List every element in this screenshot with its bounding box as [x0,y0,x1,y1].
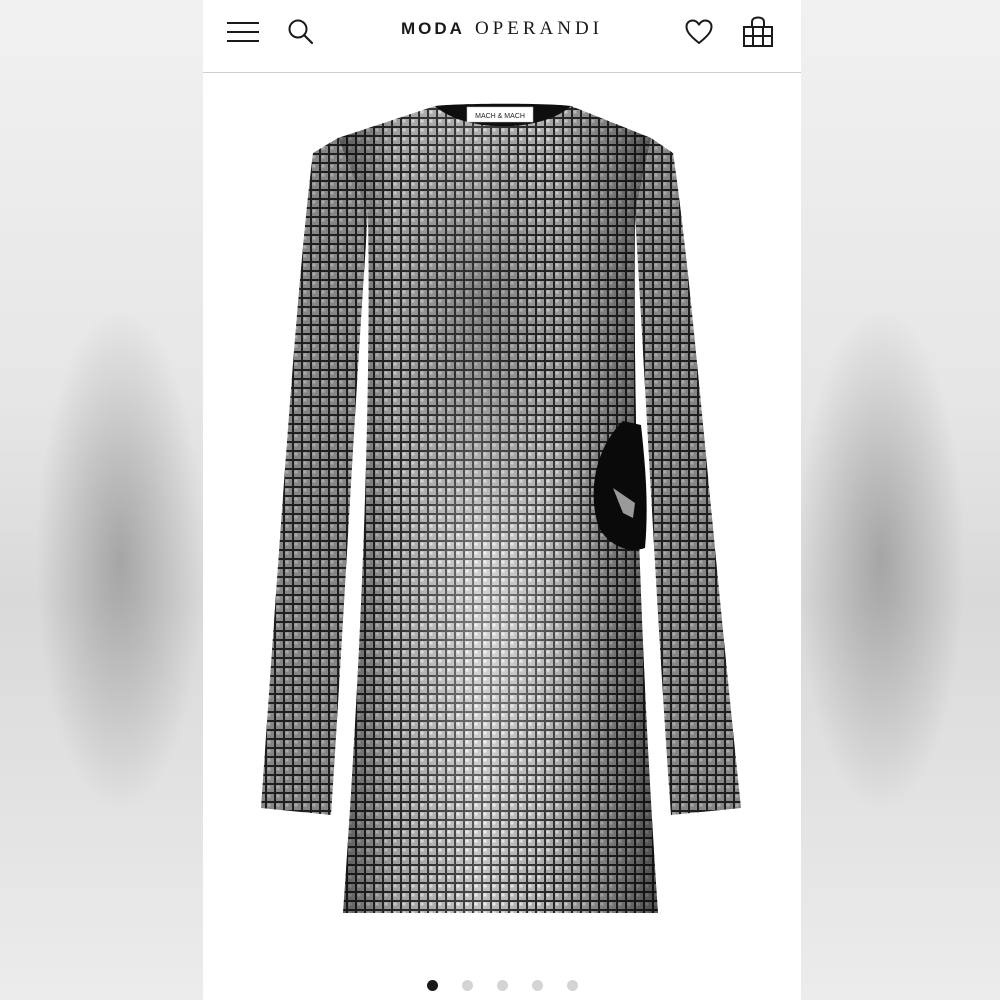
brand-label-text: MACH & MACH [475,113,525,120]
shopping-bag-icon [743,16,773,47]
shopping-bag-button[interactable] [738,12,778,52]
carousel-dot-5[interactable] [566,980,578,991]
heart-icon [685,19,713,44]
carousel-dot-3[interactable] [496,980,508,991]
brand-logo-secondary: OPERANDI [474,18,603,39]
top-nav-bar: MODA OPERANDI [203,0,801,73]
background-right [801,0,1000,1000]
background-left [0,0,203,1000]
product-image[interactable]: MACH & MACH [203,73,801,973]
carousel-dot-2[interactable] [461,980,473,991]
phone-screen: MODA OPERANDI MACH & MACH [203,0,801,1000]
dress-image: MACH & MACH [261,103,741,913]
carousel-dot-1[interactable] [426,980,438,991]
carousel-dot-4[interactable] [531,980,543,991]
brand-logo-primary: MODA [400,19,465,38]
carousel-pagination [203,980,801,1000]
wishlist-button[interactable] [679,12,719,52]
